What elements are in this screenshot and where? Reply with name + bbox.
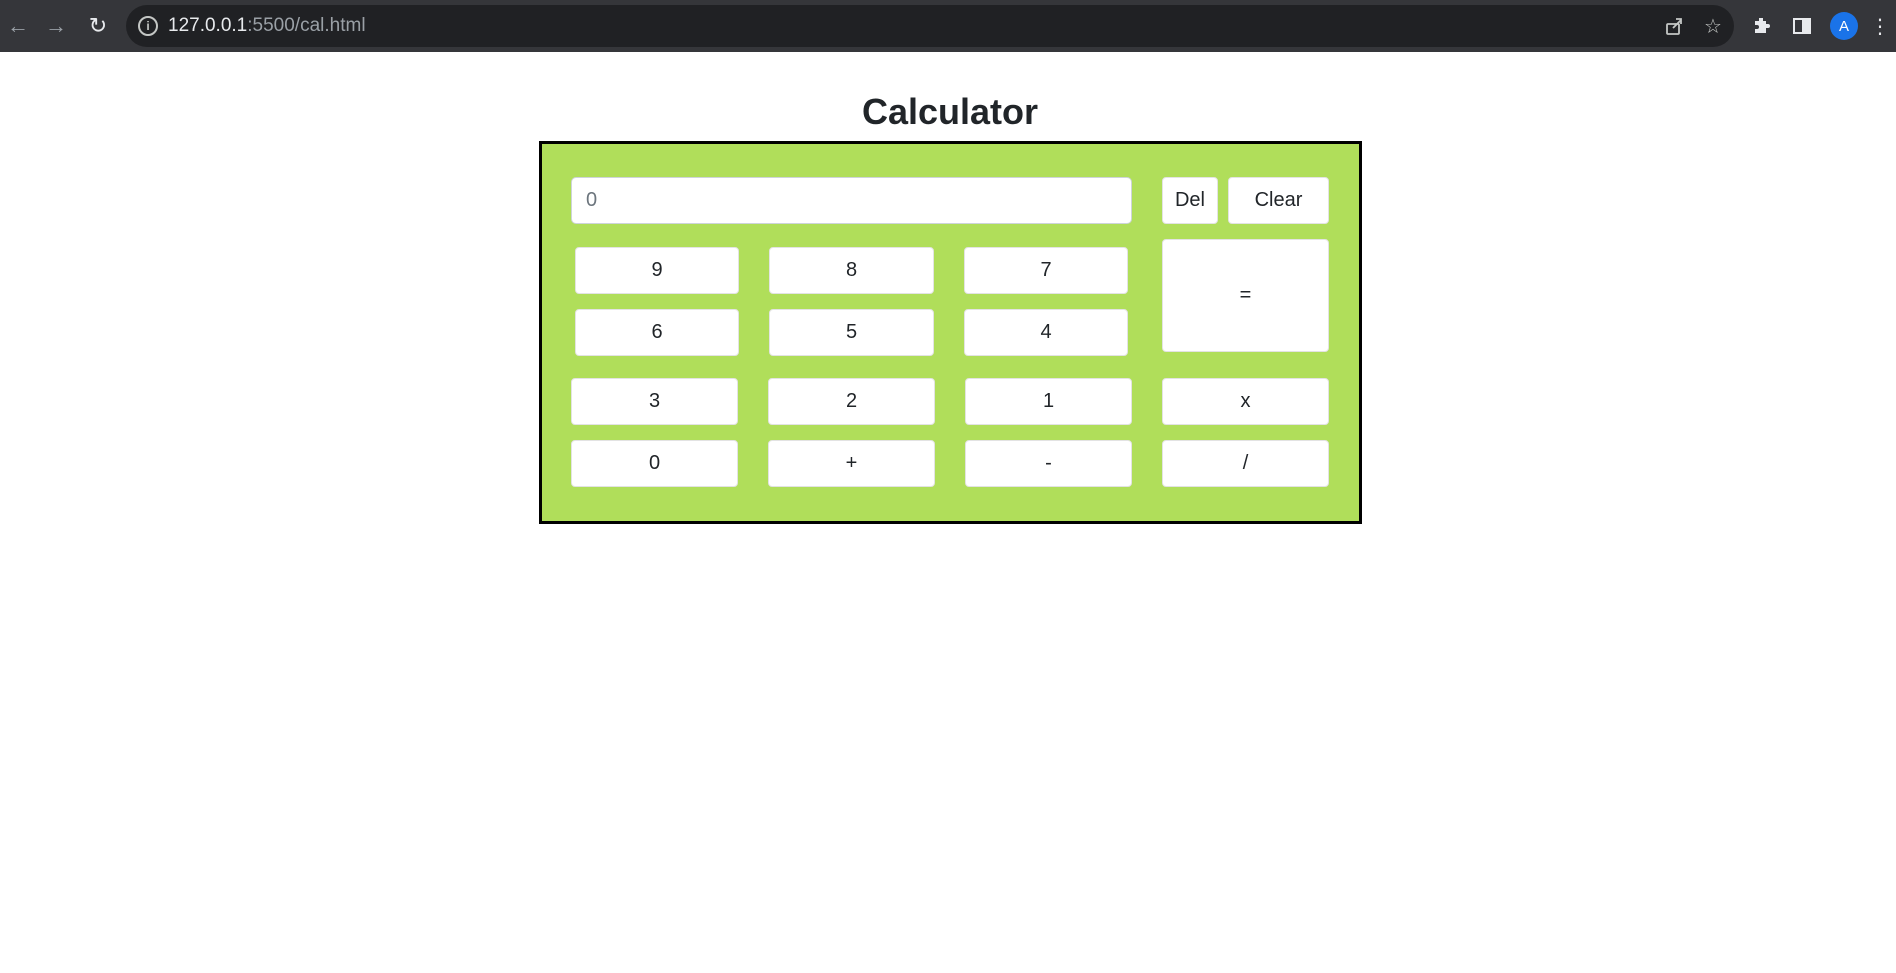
divide-button[interactable]: / — [1162, 440, 1329, 487]
digit-1-button[interactable]: 1 — [965, 378, 1132, 425]
share-icon[interactable] — [1662, 14, 1686, 38]
digit-5-button[interactable]: 5 — [769, 309, 934, 356]
digit-2-button[interactable]: 2 — [768, 378, 935, 425]
url-path: :5500/cal.html — [247, 15, 366, 36]
del-button[interactable]: Del — [1162, 177, 1218, 224]
calculator-display[interactable] — [571, 177, 1132, 224]
digit-0-button[interactable]: 0 — [571, 440, 738, 487]
clear-button[interactable]: Clear — [1228, 177, 1329, 224]
url-text[interactable]: 127.0.0.1:5500/cal.html — [168, 15, 366, 37]
browser-toolbar: ← → ↻ i 127.0.0.1:5500/cal.html ☆ A ⋮ — [0, 0, 1896, 52]
info-icon[interactable]: i — [138, 16, 158, 36]
digit-4-button[interactable]: 4 — [964, 309, 1128, 356]
minus-button[interactable]: - — [965, 440, 1132, 487]
profile-avatar[interactable]: A — [1830, 12, 1858, 40]
url-host: 127.0.0.1 — [168, 15, 248, 36]
digit-6-button[interactable]: 6 — [575, 309, 739, 356]
digit-8-button[interactable]: 8 — [769, 247, 934, 294]
menu-icon[interactable]: ⋮ — [1866, 12, 1894, 40]
digit-9-button[interactable]: 9 — [575, 247, 739, 294]
forward-icon[interactable]: → — [42, 12, 70, 40]
extensions-icon[interactable] — [1748, 12, 1776, 40]
digit-3-button[interactable]: 3 — [571, 378, 738, 425]
page-title: Calculator — [861, 91, 1039, 132]
bookmark-star-icon[interactable]: ☆ — [1701, 14, 1725, 38]
plus-button[interactable]: + — [768, 440, 935, 487]
address-bar[interactable]: i 127.0.0.1:5500/cal.html ☆ — [126, 5, 1734, 47]
reload-icon[interactable]: ↻ — [84, 12, 112, 40]
digit-7-button[interactable]: 7 — [964, 247, 1128, 294]
side-panel-icon[interactable] — [1788, 12, 1816, 40]
multiply-button[interactable]: x — [1162, 378, 1329, 425]
equals-button[interactable]: = — [1162, 239, 1329, 352]
back-icon[interactable]: ← — [4, 12, 32, 40]
